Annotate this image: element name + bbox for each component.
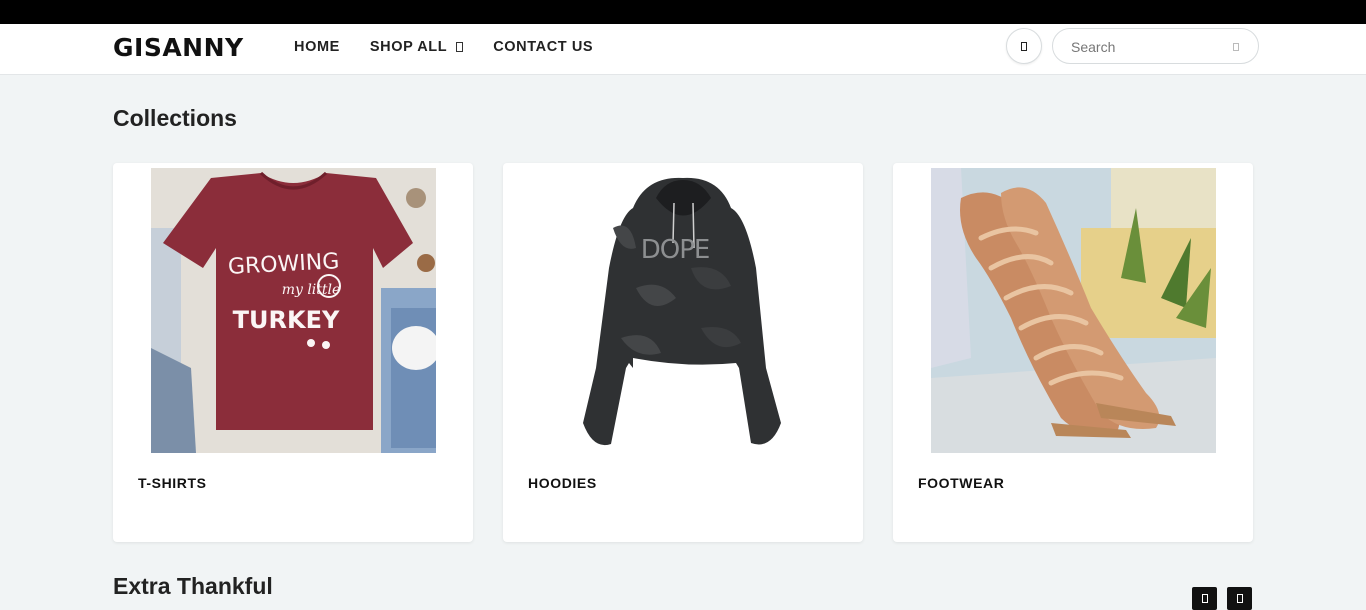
search-input[interactable] xyxy=(1071,37,1221,57)
chevron-down-icon xyxy=(456,42,464,52)
collection-label-footwear[interactable]: FOOTWEAR xyxy=(918,475,1004,491)
arrow-left-icon xyxy=(1201,594,1208,603)
cart-button[interactable] xyxy=(1006,28,1042,64)
svg-text:my little: my little xyxy=(282,282,341,298)
collections-title: Collections xyxy=(113,105,237,131)
carousel-next-button[interactable] xyxy=(1227,587,1252,610)
extra-thankful-title: Extra Thankful xyxy=(113,573,273,599)
nav-home-link[interactable]: HOME xyxy=(294,39,340,55)
svg-text:TURKEY: TURKEY xyxy=(233,306,340,334)
footwear-collection-image[interactable] xyxy=(931,168,1216,453)
nav-shop-all-label: SHOP ALL xyxy=(369,39,448,55)
nav-contact-us-link[interactable]: CONTACT US xyxy=(493,39,593,55)
nav-shop-all-link[interactable]: SHOP ALL xyxy=(369,39,464,55)
arrow-right-icon xyxy=(1236,594,1243,603)
svg-text:DOPE: DOPE xyxy=(641,235,710,265)
main-nav: HOME SHOP ALL CONTACT US xyxy=(294,39,623,55)
collection-card-hoodies[interactable]: DOPE HOODIES xyxy=(503,163,863,542)
collection-card-tshirts[interactable]: GROWING my little TURKEY T-SHIRTS xyxy=(113,163,473,542)
site-header: GISANNY HOME SHOP ALL CONTACT US xyxy=(0,24,1366,75)
search-icon[interactable] xyxy=(1233,43,1239,51)
tshirts-collection-image[interactable]: GROWING my little TURKEY xyxy=(151,168,436,453)
search-box xyxy=(1052,28,1259,64)
nav-home-label: HOME xyxy=(294,39,340,55)
collection-card-footwear[interactable]: FOOTWEAR xyxy=(893,163,1253,542)
top-bar xyxy=(0,0,1366,24)
collection-label-tshirts[interactable]: T-SHIRTS xyxy=(138,475,207,491)
collection-label-hoodies[interactable]: HOODIES xyxy=(528,475,597,491)
nav-contact-us-label: CONTACT US xyxy=(493,39,594,55)
site-logo[interactable]: GISANNY xyxy=(113,33,244,62)
carousel-prev-button[interactable] xyxy=(1192,587,1217,610)
cart-icon xyxy=(1021,41,1027,51)
hoodies-collection-image[interactable]: DOPE xyxy=(541,168,826,453)
